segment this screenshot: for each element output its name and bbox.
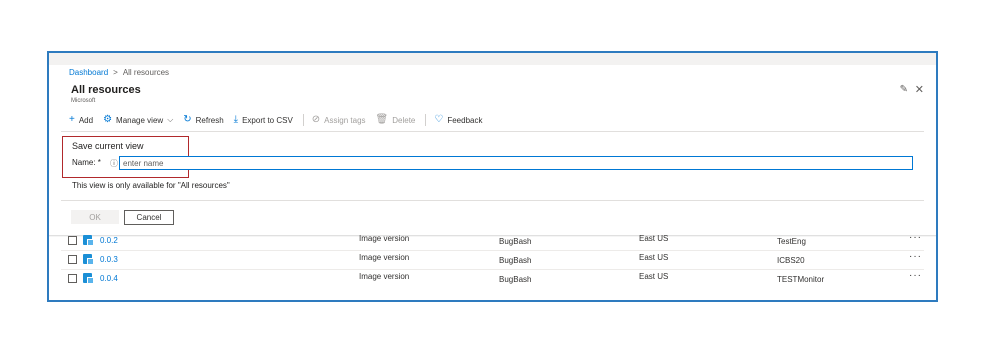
toolbar-divider	[425, 114, 427, 126]
ok-button[interactable]: OK	[71, 210, 119, 224]
save-view-panel: Save current view Name: * ⓘ This view is…	[49, 133, 936, 235]
resource-location: East US	[639, 272, 669, 281]
page-title: All resources	[71, 84, 141, 96]
breadcrumb-dashboard-link[interactable]: Dashboard	[69, 68, 108, 77]
export-csv-label: Export to CSV	[242, 115, 293, 125]
toolbar-divider	[302, 114, 304, 126]
feedback-button[interactable]: ♡ Feedback	[434, 115, 482, 125]
heart-icon: ♡	[434, 114, 444, 125]
resource-subscription: TESTMonitor	[777, 275, 825, 284]
export-csv-button[interactable]: ⤓ Export to CSV	[234, 115, 293, 125]
save-view-heading: Save current view	[72, 141, 144, 151]
delete-label: Delete	[392, 115, 416, 125]
pin-icon[interactable]: ✎	[900, 84, 908, 95]
resource-type: Image version	[359, 234, 410, 243]
assign-tags-button[interactable]: ⊘ Assign tags	[312, 115, 366, 125]
row-divider	[61, 250, 924, 251]
manage-view-label: Manage view	[116, 115, 164, 125]
resource-name-link[interactable]: 0.0.3	[100, 255, 118, 264]
plus-icon: +	[69, 114, 75, 125]
breadcrumb-separator: >	[113, 68, 118, 77]
chevron-down-icon: ⌵	[167, 115, 174, 124]
row-divider	[61, 269, 924, 270]
view-scope-note: This view is only available for "All res…	[72, 181, 230, 190]
tag-icon: ⊘	[311, 114, 321, 125]
breadcrumb: Dashboard > All resources	[69, 68, 169, 77]
close-icon[interactable]: ✕	[915, 83, 924, 96]
download-icon: ⤓	[233, 114, 239, 125]
resource-group: BugBash	[499, 256, 532, 265]
row-checkbox[interactable]	[68, 274, 77, 283]
page-subtitle: Microsoft	[71, 98, 96, 104]
image-version-icon	[83, 235, 94, 246]
image-version-icon	[83, 273, 94, 284]
row-checkbox[interactable]	[68, 255, 77, 264]
command-bar: + Add ⚙ Manage view ⌵ ↻ Refresh ⤓ Export…	[69, 113, 492, 127]
info-icon[interactable]: ⓘ	[110, 158, 118, 169]
resource-name-link[interactable]: 0.0.4	[100, 274, 118, 283]
resource-location: East US	[639, 234, 669, 243]
more-options-icon[interactable]: ···	[909, 270, 922, 281]
row-checkbox[interactable]	[68, 236, 77, 245]
feedback-label: Feedback	[447, 115, 483, 125]
add-label: Add	[78, 115, 94, 125]
breadcrumb-current: All resources	[122, 68, 170, 77]
refresh-icon: ↻	[183, 114, 192, 125]
resource-subscription: TestEng	[777, 237, 806, 246]
toolbar-divider-line	[61, 131, 924, 132]
top-bar	[49, 53, 936, 65]
delete-button[interactable]: 🗑 Delete	[376, 115, 416, 125]
more-options-icon[interactable]: ···	[909, 232, 922, 243]
manage-view-button[interactable]: ⚙ Manage view ⌵	[103, 115, 173, 125]
all-resources-blade: Dashboard > All resources All resources Mi…	[47, 51, 938, 302]
image-version-icon	[83, 254, 94, 265]
resource-type: Image version	[359, 253, 410, 262]
refresh-button[interactable]: ↻ Refresh	[183, 115, 223, 125]
table-row[interactable]: 0.0.4 Image version BugBash East US TEST…	[49, 270, 936, 290]
name-label: Name: *	[72, 158, 101, 167]
cancel-button[interactable]: Cancel	[124, 210, 174, 225]
resource-group: BugBash	[499, 275, 532, 284]
resource-type: Image version	[359, 272, 410, 281]
trash-icon: 🗑	[375, 114, 389, 125]
resource-group: BugBash	[499, 237, 532, 246]
view-name-input[interactable]	[119, 156, 913, 170]
panel-divider	[61, 200, 924, 201]
resource-name-link[interactable]: 0.0.2	[100, 236, 118, 245]
more-options-icon[interactable]: ···	[909, 251, 922, 262]
gear-icon: ⚙	[103, 114, 113, 125]
assign-tags-label: Assign tags	[324, 115, 366, 125]
resource-subscription: ICBS20	[777, 256, 805, 265]
resource-location: East US	[639, 253, 669, 262]
add-button[interactable]: + Add	[69, 115, 93, 125]
refresh-label: Refresh	[195, 115, 224, 125]
